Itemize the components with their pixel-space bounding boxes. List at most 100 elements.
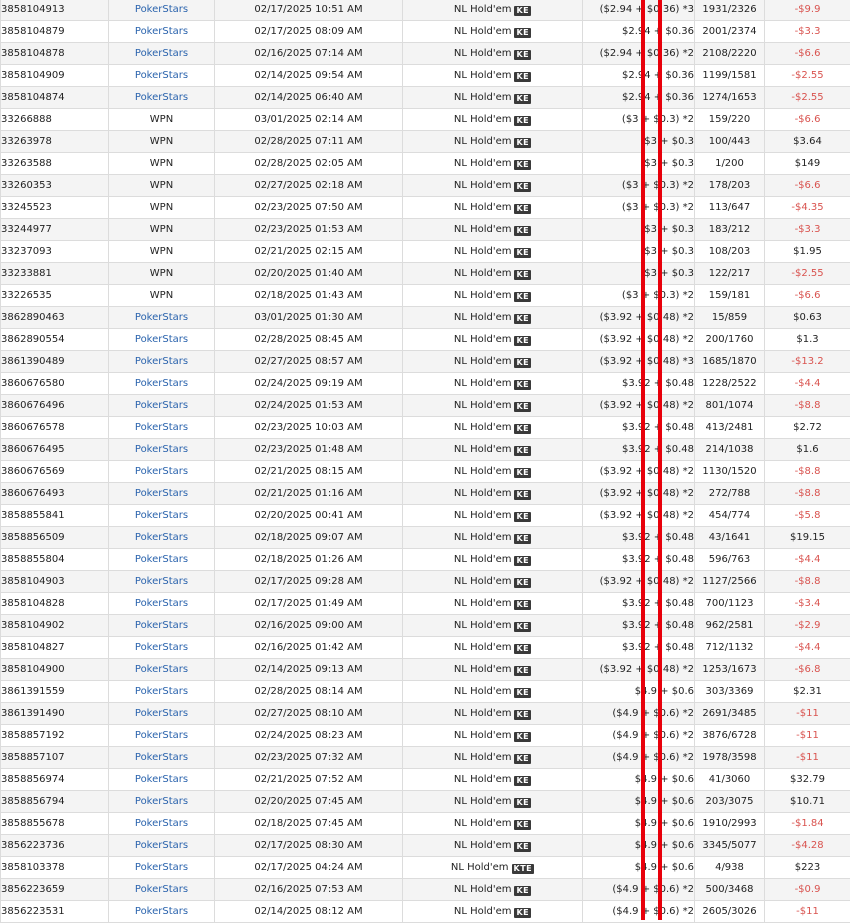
site-link[interactable]: WPN <box>150 180 173 191</box>
table-row[interactable]: 33226535WPN02/18/2025 01:43 AMNL Hold'em… <box>1 285 850 307</box>
site-link[interactable]: PokerStars <box>135 796 188 807</box>
site-link[interactable]: PokerStars <box>135 708 188 719</box>
result-cell: -$2.55 <box>765 87 850 109</box>
buyin-cell: $4.9 + $0.6 <box>583 769 695 791</box>
site-link[interactable]: PokerStars <box>135 356 188 367</box>
table-row[interactable]: 3858104913PokerStars02/17/2025 10:51 AMN… <box>1 0 850 21</box>
game-cell: NL Hold'emKE <box>403 417 583 439</box>
site-link[interactable]: PokerStars <box>135 906 188 917</box>
table-row[interactable]: 3858855804PokerStars02/18/2025 01:26 AMN… <box>1 549 850 571</box>
table-row[interactable]: 3860676496PokerStars02/24/2025 01:53 AMN… <box>1 395 850 417</box>
site-link[interactable]: PokerStars <box>135 488 188 499</box>
site-link[interactable]: PokerStars <box>135 400 188 411</box>
game-label: NL Hold'em <box>454 4 512 15</box>
site-link[interactable]: PokerStars <box>135 510 188 521</box>
table-row[interactable]: 3858104828PokerStars02/17/2025 01:49 AMN… <box>1 593 850 615</box>
site-link[interactable]: WPN <box>150 202 173 213</box>
site-link[interactable]: PokerStars <box>135 422 188 433</box>
site-link[interactable]: WPN <box>150 114 173 125</box>
table-row[interactable]: 3858104874PokerStars02/14/2025 06:40 AMN… <box>1 87 850 109</box>
site-link[interactable]: PokerStars <box>135 620 188 631</box>
table-row[interactable]: 3858104900PokerStars02/14/2025 09:13 AMN… <box>1 659 850 681</box>
table-row[interactable]: 3858104827PokerStars02/16/2025 01:42 AMN… <box>1 637 850 659</box>
site-link[interactable]: PokerStars <box>135 70 188 81</box>
site-link[interactable]: PokerStars <box>135 840 188 851</box>
site-link[interactable]: PokerStars <box>135 818 188 829</box>
table-row[interactable]: 3858856974PokerStars02/21/2025 07:52 AMN… <box>1 769 850 791</box>
site-link[interactable]: PokerStars <box>135 884 188 895</box>
site-link[interactable]: PokerStars <box>135 554 188 565</box>
table-row[interactable]: 3856223531PokerStars02/14/2025 08:12 AMN… <box>1 901 850 923</box>
table-row[interactable]: 33237093WPN02/21/2025 02:15 AMNL Hold'em… <box>1 241 850 263</box>
game-cell: NL Hold'emKE <box>403 483 583 505</box>
table-row[interactable]: 3858856794PokerStars02/20/2025 07:45 AMN… <box>1 791 850 813</box>
table-row[interactable]: 33245523WPN02/23/2025 07:50 AMNL Hold'em… <box>1 197 850 219</box>
table-row[interactable]: 3861391559PokerStars02/28/2025 08:14 AMN… <box>1 681 850 703</box>
game-label: NL Hold'em <box>454 224 512 235</box>
table-row[interactable]: 33266888WPN03/01/2025 02:14 AMNL Hold'em… <box>1 109 850 131</box>
table-row[interactable]: 3858856509PokerStars02/18/2025 09:07 AMN… <box>1 527 850 549</box>
site-link[interactable]: PokerStars <box>135 466 188 477</box>
table-row[interactable]: 3856223736PokerStars02/17/2025 08:30 AMN… <box>1 835 850 857</box>
game-cell: NL Hold'emKE <box>403 659 583 681</box>
table-row[interactable]: 3860676493PokerStars02/21/2025 01:16 AMN… <box>1 483 850 505</box>
table-row[interactable]: 3858857192PokerStars02/24/2025 08:23 AMN… <box>1 725 850 747</box>
table-row[interactable]: 3862890554PokerStars02/28/2025 08:45 AMN… <box>1 329 850 351</box>
site-link[interactable]: PokerStars <box>135 48 188 59</box>
table-row[interactable]: 3860676569PokerStars02/21/2025 08:15 AMN… <box>1 461 850 483</box>
site-link[interactable]: PokerStars <box>135 26 188 37</box>
table-row[interactable]: 3858104878PokerStars02/16/2025 07:14 AMN… <box>1 43 850 65</box>
table-row[interactable]: 3858104879PokerStars02/17/2025 08:09 AMN… <box>1 21 850 43</box>
table-row[interactable]: 3861391490PokerStars02/27/2025 08:10 AMN… <box>1 703 850 725</box>
table-row[interactable]: 3856223659PokerStars02/16/2025 07:53 AMN… <box>1 879 850 901</box>
table-row[interactable]: 3862890463PokerStars03/01/2025 01:30 AMN… <box>1 307 850 329</box>
place-cell: 596/763 <box>695 549 765 571</box>
table-row[interactable]: 3860676578PokerStars02/23/2025 10:03 AMN… <box>1 417 850 439</box>
site-link[interactable]: PokerStars <box>135 642 188 653</box>
tournament-id: 33263978 <box>1 131 109 153</box>
site-link[interactable]: PokerStars <box>135 312 188 323</box>
table-row[interactable]: 3858104909PokerStars02/14/2025 09:54 AMN… <box>1 65 850 87</box>
place-cell: 214/1038 <box>695 439 765 461</box>
site-link[interactable]: WPN <box>150 246 173 257</box>
table-row[interactable]: 3858103378PokerStars02/17/2025 04:24 AMN… <box>1 857 850 879</box>
site-link[interactable]: PokerStars <box>135 378 188 389</box>
site-link[interactable]: PokerStars <box>135 598 188 609</box>
site-link[interactable]: PokerStars <box>135 4 188 15</box>
table-row[interactable]: 3860676580PokerStars02/24/2025 09:19 AMN… <box>1 373 850 395</box>
knockout-badge-icon: KE <box>514 644 531 654</box>
site-link[interactable]: WPN <box>150 158 173 169</box>
site-link[interactable]: PokerStars <box>135 444 188 455</box>
site-link[interactable]: PokerStars <box>135 752 188 763</box>
site-link[interactable]: PokerStars <box>135 686 188 697</box>
table-row[interactable]: 3858104902PokerStars02/16/2025 09:00 AMN… <box>1 615 850 637</box>
table-row[interactable]: 33263978WPN02/28/2025 07:11 AMNL Hold'em… <box>1 131 850 153</box>
buyin-cell: ($3.92 + $0.48) *2 <box>583 505 695 527</box>
table-row[interactable]: 3861390489PokerStars02/27/2025 08:57 AMN… <box>1 351 850 373</box>
site-link[interactable]: PokerStars <box>135 730 188 741</box>
place-cell: 712/1132 <box>695 637 765 659</box>
site-link[interactable]: PokerStars <box>135 532 188 543</box>
table-row[interactable]: 3858857107PokerStars02/23/2025 07:32 AMN… <box>1 747 850 769</box>
table-row[interactable]: 3858855841PokerStars02/20/2025 00:41 AMN… <box>1 505 850 527</box>
date-cell: 02/21/2025 01:16 AM <box>215 483 403 505</box>
site-link[interactable]: WPN <box>150 268 173 279</box>
table-row[interactable]: 3858104903PokerStars02/17/2025 09:28 AMN… <box>1 571 850 593</box>
table-row[interactable]: 33260353WPN02/27/2025 02:18 AMNL Hold'em… <box>1 175 850 197</box>
result-cell: $19.15 <box>765 527 850 549</box>
site-link[interactable]: PokerStars <box>135 92 188 103</box>
site-link[interactable]: PokerStars <box>135 576 188 587</box>
site-link[interactable]: PokerStars <box>135 664 188 675</box>
site-link[interactable]: WPN <box>150 224 173 235</box>
site-link[interactable]: WPN <box>150 136 173 147</box>
table-row[interactable]: 3858855678PokerStars02/18/2025 07:45 AMN… <box>1 813 850 835</box>
site-link[interactable]: PokerStars <box>135 862 188 873</box>
site-link[interactable]: PokerStars <box>135 774 188 785</box>
table-row[interactable]: 3860676495PokerStars02/23/2025 01:48 AMN… <box>1 439 850 461</box>
site-link[interactable]: PokerStars <box>135 334 188 345</box>
game-label: NL Hold'em <box>454 510 512 521</box>
table-row[interactable]: 33263588WPN02/28/2025 02:05 AMNL Hold'em… <box>1 153 850 175</box>
site-link[interactable]: WPN <box>150 290 173 301</box>
table-row[interactable]: 33244977WPN02/23/2025 01:53 AMNL Hold'em… <box>1 219 850 241</box>
table-row[interactable]: 33233881WPN02/20/2025 01:40 AMNL Hold'em… <box>1 263 850 285</box>
